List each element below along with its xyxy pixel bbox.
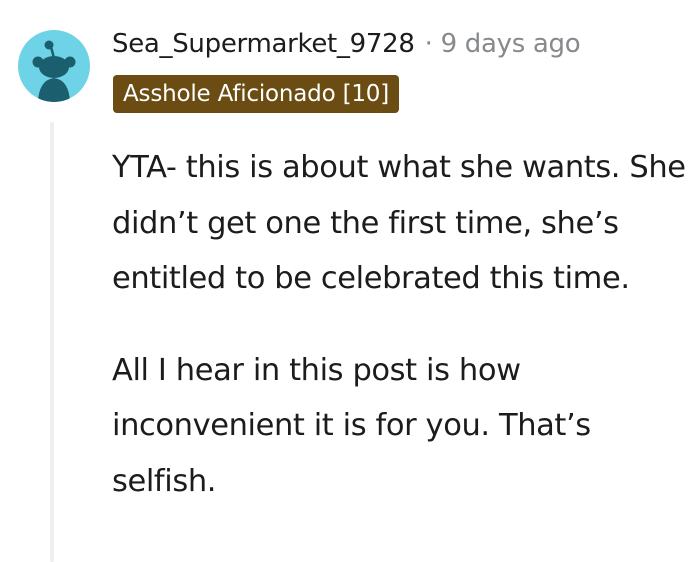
meta-separator: · [424, 29, 433, 59]
comment-header: Sea_Supermarket_9728 · 9 days ago [112, 24, 581, 64]
user-flair-badge: Asshole Aficionado [10] [113, 75, 399, 113]
reddit-snoo-avatar-icon [32, 40, 76, 102]
username-link[interactable]: Sea_Supermarket_9728 [112, 29, 415, 59]
comment-body: YTA- this is about what she wants. She d… [112, 140, 692, 509]
user-avatar[interactable] [18, 30, 90, 102]
comment-timestamp[interactable]: 9 days ago [441, 29, 581, 59]
comment-paragraph: All I hear in this post is how inconveni… [112, 352, 591, 499]
thread-collapse-line[interactable] [50, 122, 54, 562]
comment-paragraph: YTA- this is about what she wants. She d… [112, 150, 686, 296]
comment: Sea_Supermarket_9728 · 9 days ago Asshol… [0, 0, 700, 562]
